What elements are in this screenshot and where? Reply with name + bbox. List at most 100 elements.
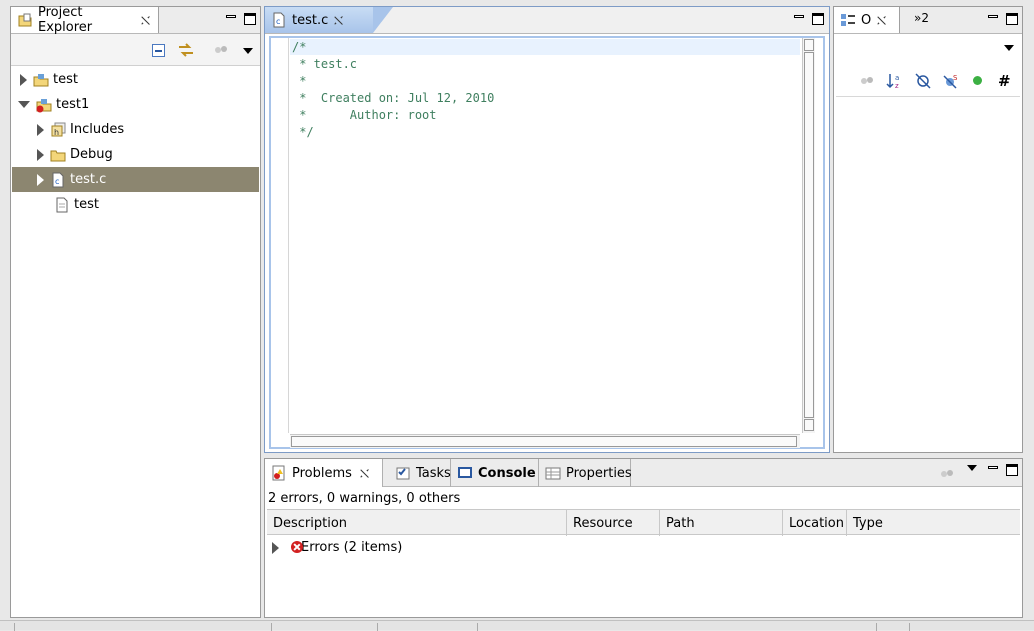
tree-item-includes[interactable]: h Includes xyxy=(12,117,259,142)
code-line[interactable]: */ xyxy=(292,124,313,141)
expand-icon[interactable] xyxy=(37,123,44,136)
hide-nonpublic-icon[interactable] xyxy=(973,76,982,85)
collapse-icon[interactable] xyxy=(18,101,30,108)
c-file-icon: c xyxy=(271,12,287,28)
outline-content xyxy=(836,96,1020,97)
maximize-button[interactable] xyxy=(812,13,824,25)
minimize-button[interactable] xyxy=(987,12,999,24)
tab-label: Properties xyxy=(566,465,632,481)
filter-icon[interactable] xyxy=(214,44,228,56)
column-description[interactable]: Description xyxy=(267,510,567,536)
svg-text:a: a xyxy=(895,74,899,82)
tab-label: Problems xyxy=(292,465,352,481)
outline-title: O xyxy=(861,12,872,28)
includes-icon: h xyxy=(50,122,66,138)
minimize-button[interactable] xyxy=(793,12,805,24)
hide-macros-icon[interactable]: # xyxy=(998,72,1011,90)
hide-static-icon[interactable]: S xyxy=(942,72,960,94)
close-icon[interactable] xyxy=(333,15,344,26)
tree-item-test-binary[interactable]: test xyxy=(12,192,259,217)
overflow-tabs-button[interactable]: »2 xyxy=(914,11,929,25)
tab-outline[interactable]: O xyxy=(834,7,900,33)
editor-tabbar: c test.c xyxy=(265,7,829,34)
status-bar xyxy=(0,620,1034,631)
column-resource[interactable]: Resource xyxy=(567,510,660,536)
editor-view: c test.c /* * test.c * * Created on: Jul… xyxy=(264,6,830,453)
problems-view: Problems Tasks Console Properties 2 erro… xyxy=(264,458,1023,618)
view-menu-icon[interactable] xyxy=(967,465,977,471)
close-icon[interactable] xyxy=(359,468,370,479)
tree-item-label: Includes xyxy=(70,122,125,137)
close-icon[interactable] xyxy=(876,15,887,26)
project-explorer-toolbar xyxy=(11,34,260,66)
tasks-icon xyxy=(395,465,411,481)
properties-icon xyxy=(545,465,561,481)
problems-icon xyxy=(271,465,287,481)
code-line[interactable]: * xyxy=(292,73,306,90)
problems-summary: 2 errors, 0 warnings, 0 others xyxy=(268,491,461,506)
project-explorer-view: Project Explorer test test1 h Includes D… xyxy=(10,5,261,618)
tab-test-c[interactable]: c test.c xyxy=(265,7,373,33)
tree-item-label: test1 xyxy=(56,97,90,112)
project-icon xyxy=(33,72,49,88)
tab-tasks[interactable]: Tasks xyxy=(389,459,451,487)
tree-item-debug[interactable]: Debug xyxy=(12,142,259,167)
expand-icon[interactable] xyxy=(272,541,279,554)
code-line[interactable]: * Created on: Jul 12, 2010 xyxy=(292,90,494,107)
tree-item-test1[interactable]: test1 xyxy=(12,92,259,117)
maximize-button[interactable] xyxy=(244,13,256,25)
svg-text:z: z xyxy=(895,82,899,90)
maximize-button[interactable] xyxy=(1006,13,1018,25)
view-menu-icon[interactable] xyxy=(243,48,253,54)
svg-text:h: h xyxy=(54,128,59,137)
table-row[interactable]: Errors (2 items) xyxy=(267,535,1020,560)
code-line[interactable]: /* xyxy=(292,39,306,56)
tab-label: Tasks xyxy=(416,465,451,481)
tab-problems[interactable]: Problems xyxy=(265,459,383,487)
current-line-highlight xyxy=(290,39,800,55)
maximize-button[interactable] xyxy=(1006,464,1018,476)
tree-item-test[interactable]: test xyxy=(12,67,259,92)
svg-text:c: c xyxy=(276,17,280,26)
tab-project-explorer[interactable]: Project Explorer xyxy=(11,5,159,35)
outline-toolbar: az S # xyxy=(834,65,1022,95)
sort-icon[interactable]: az xyxy=(886,72,904,94)
outline-view: O »2 az S # xyxy=(833,6,1023,453)
filter-icon[interactable] xyxy=(860,75,874,91)
hide-fields-icon[interactable] xyxy=(914,72,932,94)
file-icon xyxy=(54,197,70,213)
minimize-button[interactable] xyxy=(987,463,999,475)
tab-console[interactable]: Console xyxy=(451,459,539,487)
column-path[interactable]: Path xyxy=(660,510,783,536)
view-menu-icon[interactable] xyxy=(1004,45,1014,51)
collapse-all-icon[interactable] xyxy=(152,44,165,57)
project-explorer-title: Project Explorer xyxy=(38,5,93,35)
outline-icon xyxy=(840,12,856,28)
tree-item-label: test xyxy=(53,72,78,87)
minimize-button[interactable] xyxy=(225,12,237,24)
editor-tab-label: test.c xyxy=(292,12,329,28)
expand-icon[interactable] xyxy=(20,73,27,86)
folder-icon xyxy=(50,147,66,163)
console-icon xyxy=(457,465,473,481)
tab-properties[interactable]: Properties xyxy=(539,459,632,487)
filter-icon[interactable] xyxy=(940,468,954,484)
tab-label: Console xyxy=(478,465,536,481)
horizontal-scrollbar[interactable] xyxy=(290,434,800,448)
expand-icon[interactable] xyxy=(37,173,44,186)
scroll-thumb[interactable] xyxy=(291,436,797,447)
scroll-thumb[interactable] xyxy=(804,52,814,418)
code-line[interactable]: * test.c xyxy=(292,56,357,73)
column-location[interactable]: Location xyxy=(783,510,847,536)
close-icon[interactable] xyxy=(140,15,150,26)
expand-icon[interactable] xyxy=(37,148,44,161)
problems-table-header: Description Resource Path Location Type xyxy=(267,509,1020,536)
tree-item-label: test xyxy=(74,197,99,212)
column-type[interactable]: Type xyxy=(847,510,1020,536)
link-with-editor-icon[interactable] xyxy=(177,42,195,58)
tree-item-label: Debug xyxy=(70,147,113,162)
code-line[interactable]: * Author: root xyxy=(292,107,436,124)
vertical-scrollbar[interactable] xyxy=(802,38,815,433)
svg-text:c: c xyxy=(55,177,59,186)
tree-item-test-c[interactable]: c test.c xyxy=(12,167,259,192)
